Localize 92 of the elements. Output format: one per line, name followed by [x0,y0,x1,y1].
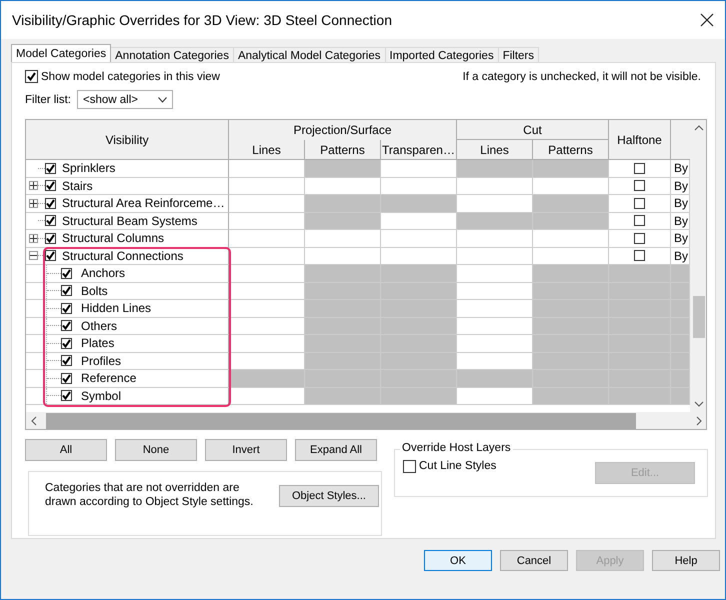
plus-icon [30,200,37,207]
checkbox[interactable] [634,215,645,226]
tab[interactable]: Annotation Categories [110,47,234,62]
detail-level: By [674,196,688,210]
checkbox[interactable] [61,338,72,349]
detail-level: By [674,178,688,193]
tab[interactable]: Filters [498,47,540,62]
checkbox[interactable] [634,162,645,174]
hint-text: If a category is unchecked, it will not be visible. [462,70,701,82]
expand-toggle[interactable] [29,181,38,190]
column-header: Patterns [533,140,609,160]
category-name: Profiles [81,354,122,368]
shaded-cell [609,388,671,405]
checkbox[interactable] [403,460,416,473]
category-name: Structural Beam Systems [62,214,198,228]
category-name: Structural Connections [62,248,184,263]
shaded-cell [671,318,690,335]
vertical-scrollbar[interactable] [690,120,706,412]
dialog-button[interactable]: OK [424,550,492,571]
dialog-button[interactable]: Cancel [500,550,568,571]
category-name: Anchors [81,266,126,280]
action-button[interactable]: Expand All [295,439,377,461]
filter-dropdown[interactable]: <show all> [77,90,173,109]
checkbox[interactable] [634,250,645,262]
column-header: Patterns [305,140,381,160]
tab[interactable]: Model Categories [11,44,112,62]
category-name: Hidden Lines [81,301,152,316]
shaded-cell [671,335,690,352]
group-title: Override Host Layers [400,442,513,454]
category-name: Others [81,318,118,333]
shaded-cell [671,388,690,405]
action-button[interactable]: None [115,439,197,461]
column-header: Cut [457,120,609,140]
tab[interactable]: Analytical Model Categories [232,47,386,62]
shaded-cell [671,370,690,388]
checkbox[interactable] [61,320,72,332]
checkbox[interactable] [45,250,56,262]
scroll-thumb[interactable] [692,296,704,338]
column-header: Projection/Surface [229,120,457,141]
tab[interactable]: Imported Categories [384,47,499,62]
category-name: Symbol [81,388,122,403]
object-styles-button[interactable]: Object Styles... [279,485,379,507]
checkbox[interactable] [634,232,645,244]
dialog-button[interactable]: Help [652,550,720,571]
category-name: Sprinklers [62,161,116,176]
detail-level: By [674,161,688,176]
detail-level: By [674,214,688,228]
collapse-toggle[interactable] [29,251,38,260]
expand-toggle[interactable] [29,198,38,208]
checkbox[interactable] [61,390,72,402]
horizontal-scrollbar[interactable] [26,412,706,429]
checkbox[interactable] [45,198,56,209]
expand-toggle[interactable] [29,234,38,243]
checkbox[interactable] [61,372,72,384]
shaded-cell [671,282,690,300]
checkbox[interactable] [45,180,56,192]
category-name: Reference [81,371,136,386]
checkbox[interactable] [25,70,38,83]
category-name: Structural Columns [62,231,164,246]
column-header: Lines [229,140,305,160]
category-name: Structural Area Reinforceme… [62,196,225,210]
checkbox[interactable] [61,355,72,366]
checkbox-label[interactable]: Cut Line Styles [419,460,496,472]
category-name: Plates [81,336,114,350]
dropdown-caret-icon [158,96,167,102]
checkbox[interactable] [61,285,72,296]
shaded-cell [671,300,690,318]
column-header: Halftone [609,120,671,160]
column-header: Transparen… [381,140,457,160]
action-button[interactable]: All [25,439,107,461]
checkbox-label[interactable]: Show model categories in this view [41,70,220,82]
check-icon [27,72,36,81]
detail-level: By [674,231,688,246]
checkbox[interactable] [61,302,72,314]
checkbox[interactable] [45,215,56,226]
plus-icon [30,182,37,190]
filter-label: Filter list: [25,94,71,106]
checkbox[interactable] [61,268,72,279]
window-title: Visibility/Graphic Overrides for 3D View: 3D Steel Connection [12,12,392,28]
column-header: Visibility [26,120,229,160]
checkbox[interactable] [45,162,56,174]
column-header: Lines [457,140,533,160]
checkbox[interactable] [634,198,645,209]
detail-level: By [674,248,688,263]
note-text: Categories that are not overridden are drawn according to Object Style settings. [45,481,254,510]
category-name: Stairs [62,178,93,193]
plus-icon [30,234,37,242]
shaded-cell [671,352,690,370]
action-button[interactable]: Invert [205,439,287,461]
category-name: Bolts [81,284,108,298]
checkbox[interactable] [45,232,56,244]
checkbox[interactable] [634,180,645,192]
